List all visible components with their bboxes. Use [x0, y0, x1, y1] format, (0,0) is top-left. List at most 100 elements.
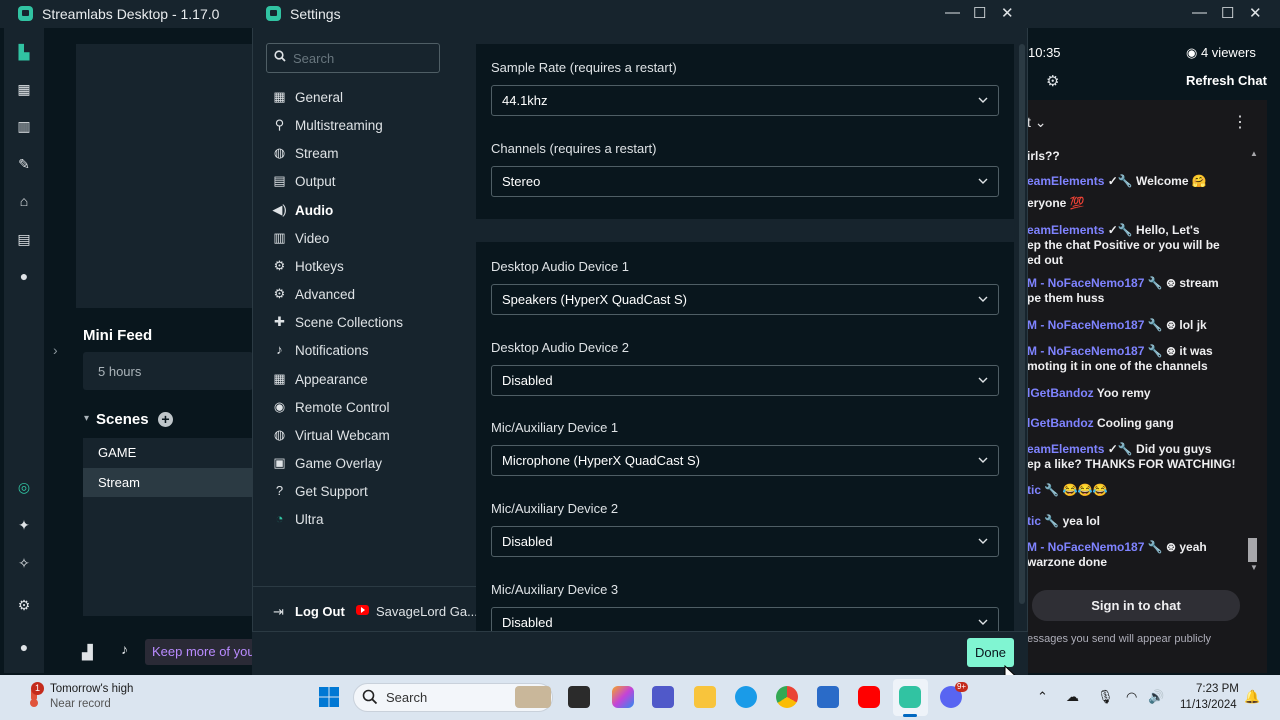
nav-item-notifications[interactable]: ♪ Notifications	[266, 339, 472, 363]
streamlabs-taskbar-icon[interactable]	[899, 686, 921, 708]
chat-text: 🔧 ⊛ stream	[1144, 276, 1219, 290]
chrome-icon[interactable]	[776, 686, 798, 708]
edge-icon[interactable]	[735, 686, 757, 708]
chat-username[interactable]: tic	[1027, 483, 1041, 497]
nav-item-video[interactable]: ▥ Video	[266, 227, 472, 251]
nav-item-get-support[interactable]: ? Get Support	[266, 480, 472, 504]
sign-in-to-chat-button[interactable]: Sign in to chat	[1032, 590, 1240, 621]
highlighter-icon[interactable]: ✦	[17, 518, 31, 532]
chevron-right-icon[interactable]: ›	[53, 342, 58, 358]
nav-item-multistreaming[interactable]: ⚲ Multistreaming	[266, 114, 472, 138]
chat-message: lGetBandoz Yoo remy	[1027, 386, 1259, 401]
editor-icon[interactable]: ▙	[17, 45, 31, 59]
copilot-icon[interactable]	[612, 686, 634, 708]
microphone-icon[interactable]: 🎙	[1097, 689, 1114, 705]
tools-icon[interactable]: ✎	[17, 157, 31, 171]
chevron-down-icon[interactable]: ▾	[84, 413, 89, 424]
chat-scrollbar[interactable]	[1248, 538, 1257, 562]
kebab-menu-icon[interactable]: ⋮	[1232, 112, 1248, 132]
nav-item-scene-collections[interactable]: ✚ Scene Collections	[266, 311, 472, 335]
promo-banner[interactable]: Keep more of you	[145, 639, 253, 665]
scene-item[interactable]: Stream	[83, 468, 253, 497]
chat-username[interactable]: eamElements	[1027, 223, 1104, 237]
chat-message: eamElements ✓🔧 Welcome 🤗	[1027, 174, 1259, 189]
settings-scrollbar[interactable]	[1019, 44, 1025, 604]
chat-gear-icon[interactable]: ⚙	[1046, 72, 1059, 90]
nav-item-ultra[interactable]: ◔ Ultra	[266, 508, 472, 532]
field-select[interactable]: Disabled	[491, 526, 999, 557]
chat-message: ep the chat Positive or you will be	[1027, 238, 1259, 253]
chat-username[interactable]: eamElements	[1027, 174, 1104, 188]
minimize-icon[interactable]: —	[945, 4, 960, 21]
chat-username[interactable]: M - NoFaceNemo187	[1027, 276, 1144, 290]
cloud-icon[interactable]: ☁	[1066, 689, 1079, 705]
nav-item-appearance[interactable]: ▦ Appearance	[266, 368, 472, 392]
nav-item-virtual-webcam[interactable]: ◍ Virtual Webcam	[266, 424, 472, 448]
chat-username[interactable]: M - NoFaceNemo187	[1027, 344, 1144, 358]
chat-username[interactable]: eamElements	[1027, 442, 1104, 456]
chat-username[interactable]: lGetBandoz	[1027, 386, 1094, 400]
log-out-button[interactable]: Log Out	[295, 604, 345, 619]
clock-time[interactable]: 7:23 PM	[1196, 683, 1239, 695]
library-icon[interactable]: ▥	[17, 119, 31, 133]
notification-icon[interactable]: 🔔	[1244, 689, 1260, 705]
settings-gear-icon[interactable]: ⚙	[17, 598, 31, 612]
app-store-icon[interactable]: ◎	[17, 480, 31, 494]
close-icon[interactable]: ✕	[1001, 4, 1014, 22]
scroll-down-icon[interactable]: ▼	[1250, 563, 1258, 572]
nav-item-audio[interactable]: ◀) Audio	[266, 199, 472, 223]
field-select[interactable]: Speakers (HyperX QuadCast S)	[491, 284, 999, 315]
field-select[interactable]: Disabled	[491, 365, 999, 396]
nav-item-remote-control[interactable]: ◉ Remote Control	[266, 396, 472, 420]
chat-header[interactable]: t ⌄	[1027, 114, 1047, 131]
nav-item-output[interactable]: ▤ Output	[266, 170, 472, 194]
maximize-icon[interactable]: ☐	[973, 4, 986, 22]
nav-item-label: Get Support	[295, 484, 368, 499]
task-view-icon[interactable]	[568, 686, 590, 708]
notification-bell-icon[interactable]: ♪	[121, 641, 128, 657]
cloudbot-icon[interactable]: ✧	[17, 556, 31, 570]
volume-icon[interactable]: 🔊	[1148, 689, 1164, 705]
weather-title[interactable]: Tomorrow's high	[50, 683, 133, 695]
minimize-icon[interactable]: —	[1192, 4, 1207, 21]
mini-feed-text: 5 hours	[98, 364, 142, 379]
chevron-up-icon[interactable]: ⌃	[1037, 689, 1048, 705]
nav-item-hotkeys[interactable]: ⚙ Hotkeys	[266, 255, 472, 279]
maximize-icon[interactable]: ☐	[1221, 4, 1234, 22]
dashboard-icon[interactable]: ▦	[17, 82, 31, 96]
add-scene-icon[interactable]: +	[158, 412, 173, 427]
field-select[interactable]: Microphone (HyperX QuadCast S)	[491, 445, 999, 476]
play-icon[interactable]: ●	[17, 269, 31, 283]
nav-item-label: Output	[295, 174, 336, 189]
taskbar-search-text[interactable]: Search	[386, 690, 427, 705]
chat-username[interactable]: M - NoFaceNemo187	[1027, 540, 1144, 554]
nav-item-general[interactable]: ▦ General	[266, 86, 472, 110]
profile-icon[interactable]: ●	[17, 640, 31, 654]
settings-search-input[interactable]	[293, 49, 433, 67]
weather-subtitle[interactable]: Near record	[50, 698, 111, 710]
store-icon[interactable]: ⌂	[17, 194, 31, 208]
stats-icon[interactable]: ▟	[82, 644, 93, 661]
file-explorer-icon[interactable]	[694, 686, 716, 708]
nav-item-advanced[interactable]: ⚙ Advanced	[266, 283, 472, 307]
nav-item-stream[interactable]: ◍ Stream	[266, 142, 472, 166]
media-icon[interactable]: ▤	[17, 232, 31, 246]
field-select[interactable]: Stereo	[491, 166, 999, 197]
chat-username[interactable]: lGetBandoz	[1027, 416, 1094, 430]
nav-item-game-overlay[interactable]: ▣ Game Overlay	[266, 452, 472, 476]
wifi-icon[interactable]: ◠	[1126, 689, 1137, 705]
teams-icon[interactable]	[652, 686, 674, 708]
field-select[interactable]: 44.1khz	[491, 85, 999, 116]
clock-date[interactable]: 11/13/2024	[1180, 699, 1237, 711]
chat-message: M - NoFaceNemo187 🔧 ⊛ lol jk	[1027, 318, 1259, 333]
youtube-app-icon[interactable]	[858, 686, 880, 708]
close-icon[interactable]: ✕	[1249, 4, 1262, 22]
scene-item[interactable]: GAME	[83, 438, 253, 467]
scroll-up-icon[interactable]: ▲	[1250, 149, 1258, 158]
done-button[interactable]: Done	[967, 638, 1014, 667]
windows-start-icon[interactable]	[318, 686, 340, 708]
refresh-chat-button[interactable]: Refresh Chat	[1186, 73, 1267, 88]
chat-username[interactable]: M - NoFaceNemo187	[1027, 318, 1144, 332]
store-icon[interactable]	[817, 686, 839, 708]
chat-username[interactable]: tic	[1027, 514, 1041, 528]
